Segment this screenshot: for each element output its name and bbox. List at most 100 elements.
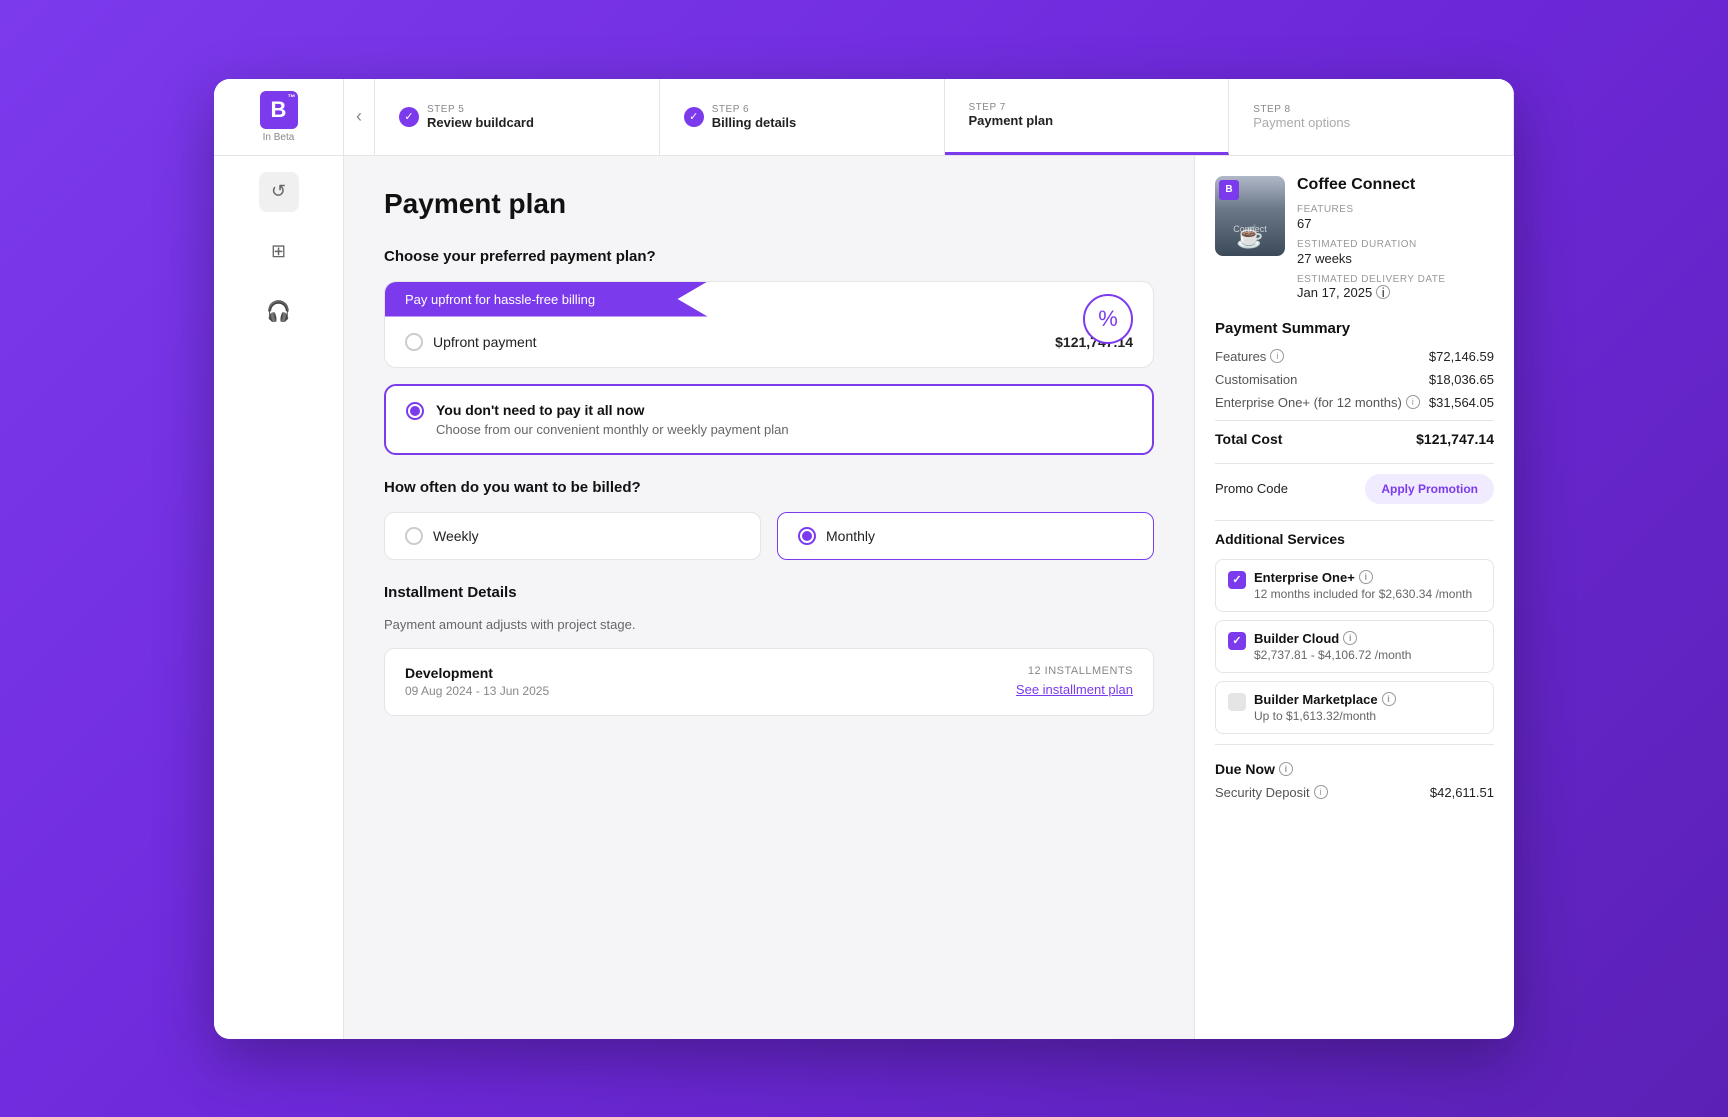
app-window: B ™ In Beta ‹ ✓ STEP 5 Review buildcard … bbox=[214, 79, 1514, 1039]
installment-subtitle: Choose from our convenient monthly or we… bbox=[436, 422, 789, 437]
service-enterprise-name: Enterprise One+ i bbox=[1254, 570, 1472, 585]
enterprise-checkbox[interactable]: ✓ bbox=[1228, 571, 1246, 589]
builder-cloud-checkbox[interactable]: ✓ bbox=[1228, 632, 1246, 650]
service-builder-cloud-name: Builder Cloud i bbox=[1254, 631, 1411, 646]
undo-icon: ↺ bbox=[271, 181, 286, 202]
step-number: STEP 8 bbox=[1253, 104, 1350, 115]
sidebar-support-button[interactable]: 🎧 bbox=[259, 292, 299, 332]
due-now-info-icon[interactable]: i bbox=[1279, 762, 1293, 776]
duration-value: 27 weeks bbox=[1297, 251, 1352, 266]
step-label: Review buildcard bbox=[427, 115, 534, 130]
section2-label: How often do you want to be billed? bbox=[384, 479, 1154, 496]
upfront-banner: Pay upfront for hassle-free billing bbox=[385, 282, 708, 317]
step-check-icon: ✓ bbox=[684, 107, 704, 127]
installment-details: Installment Details Payment amount adjus… bbox=[384, 584, 1154, 716]
steps-nav: ✓ STEP 5 Review buildcard ✓ STEP 6 Billi… bbox=[375, 79, 1514, 155]
page-title: Payment plan bbox=[384, 188, 1154, 220]
upfront-radio[interactable] bbox=[405, 333, 423, 351]
sidebar-grid-button[interactable]: ⊞ bbox=[259, 232, 299, 272]
step-check-icon: ✓ bbox=[399, 107, 419, 127]
header: B ™ In Beta ‹ ✓ STEP 5 Review buildcard … bbox=[214, 79, 1514, 156]
logo-icon: B ™ bbox=[260, 91, 298, 129]
support-icon: 🎧 bbox=[266, 299, 291, 324]
thumb-logo: B bbox=[1219, 180, 1239, 200]
section1-label: Choose your preferred payment plan? bbox=[384, 248, 1154, 265]
main-layout: ↺ ⊞ 🎧 Payment plan Choose your preferred… bbox=[214, 156, 1514, 1039]
step-label: Payment options bbox=[1253, 115, 1350, 130]
step-payment-options[interactable]: STEP 8 Payment options bbox=[1229, 79, 1514, 155]
billing-option-weekly[interactable]: Weekly bbox=[384, 512, 761, 560]
service-builder-marketplace-detail: Up to $1,613.32/month bbox=[1254, 709, 1396, 723]
upfront-label: Upfront payment bbox=[433, 334, 537, 350]
inst-dates: 09 Aug 2024 - 13 Jun 2025 bbox=[405, 684, 549, 698]
additional-services: Additional Services ✓ Enterprise One+ i … bbox=[1215, 531, 1494, 734]
service-builder-cloud[interactable]: ✓ Builder Cloud i $2,737.81 - $4,106.72 … bbox=[1215, 620, 1494, 673]
duration-label: ESTIMATED DURATION bbox=[1297, 239, 1446, 250]
service-builder-marketplace[interactable]: Builder Marketplace i Up to $1,613.32/mo… bbox=[1215, 681, 1494, 734]
step-billing-details[interactable]: ✓ STEP 6 Billing details bbox=[660, 79, 945, 155]
service-builder-marketplace-name: Builder Marketplace i bbox=[1254, 692, 1396, 707]
divider-due bbox=[1215, 744, 1494, 745]
project-card: B Connect ☕ Coffee Connect FEATURES 67 E… bbox=[1215, 176, 1494, 300]
project-thumbnail: B Connect ☕ bbox=[1215, 176, 1285, 256]
installment-radio[interactable] bbox=[406, 402, 424, 420]
delivery-value: Jan 17, 2025 bbox=[1297, 285, 1372, 300]
delivery-label: ESTIMATED DELIVERY DATE bbox=[1297, 274, 1446, 285]
divider-promo bbox=[1215, 463, 1494, 464]
monthly-radio[interactable] bbox=[798, 527, 816, 545]
delivery-info-icon[interactable]: i bbox=[1376, 285, 1390, 299]
step-payment-plan[interactable]: STEP 7 Payment plan bbox=[945, 79, 1230, 155]
project-name: Coffee Connect bbox=[1297, 176, 1446, 194]
installment-title: You don't need to pay it all now bbox=[436, 402, 789, 418]
features-value: 67 bbox=[1297, 216, 1311, 231]
installment-row-card: Development 09 Aug 2024 - 13 Jun 2025 12… bbox=[384, 648, 1154, 716]
apply-promotion-button[interactable]: Apply Promotion bbox=[1365, 474, 1494, 504]
step-label: Billing details bbox=[712, 115, 797, 130]
payment-options-card: Pay upfront for hassle-free billing Upfr… bbox=[384, 281, 1154, 368]
step-number: STEP 7 bbox=[969, 102, 1054, 113]
features-label: FEATURES bbox=[1297, 204, 1446, 215]
installment-details-subtitle: Payment amount adjusts with project stag… bbox=[384, 617, 1154, 632]
features-info-icon[interactable]: i bbox=[1270, 349, 1284, 363]
installment-details-title: Installment Details bbox=[384, 584, 1154, 601]
summary-row-total: Total Cost $121,747.14 bbox=[1215, 431, 1494, 447]
security-deposit-info-icon[interactable]: i bbox=[1314, 785, 1328, 799]
back-icon: ‹ bbox=[356, 106, 362, 127]
discount-badge-icon: % bbox=[1083, 294, 1133, 344]
promo-label: Promo Code bbox=[1215, 481, 1288, 496]
service-enterprise-one[interactable]: ✓ Enterprise One+ i 12 months included f… bbox=[1215, 559, 1494, 612]
monthly-label: Monthly bbox=[826, 528, 875, 544]
inst-count: 12 INSTALLMENTS bbox=[1016, 665, 1133, 677]
due-now-title: Due Now i bbox=[1215, 761, 1494, 777]
divider-services bbox=[1215, 520, 1494, 521]
back-button[interactable]: ‹ bbox=[344, 79, 375, 155]
content-area: Payment plan Choose your preferred payme… bbox=[344, 156, 1194, 1039]
sidebar-undo-button[interactable]: ↺ bbox=[259, 172, 299, 212]
billing-option-monthly[interactable]: Monthly bbox=[777, 512, 1154, 560]
billing-options: Weekly Monthly bbox=[384, 512, 1154, 560]
installment-card[interactable]: You don't need to pay it all now Choose … bbox=[384, 384, 1154, 455]
step-number: STEP 6 bbox=[712, 104, 797, 115]
left-sidebar: ↺ ⊞ 🎧 bbox=[214, 156, 344, 1039]
step-review-buildcard[interactable]: ✓ STEP 5 Review buildcard bbox=[375, 79, 660, 155]
security-deposit-value: $42,611.51 bbox=[1430, 785, 1494, 800]
additional-services-title: Additional Services bbox=[1215, 531, 1494, 547]
promo-row: Promo Code Apply Promotion bbox=[1215, 474, 1494, 504]
payment-summary: Payment Summary Features i $72,146.59 Cu… bbox=[1215, 320, 1494, 447]
see-installment-link[interactable]: See installment plan bbox=[1016, 682, 1133, 697]
upfront-wrapper: Pay upfront for hassle-free billing Upfr… bbox=[385, 282, 1153, 367]
security-deposit-label: Security Deposit bbox=[1215, 785, 1310, 800]
grid-icon: ⊞ bbox=[271, 241, 286, 262]
due-now-row: Security Deposit i $42,611.51 bbox=[1215, 785, 1494, 800]
weekly-label: Weekly bbox=[433, 528, 479, 544]
step-label: Payment plan bbox=[969, 113, 1054, 128]
step-number: STEP 5 bbox=[427, 104, 534, 115]
enterprise-info-icon[interactable]: i bbox=[1406, 395, 1420, 409]
service-enterprise-detail: 12 months included for $2,630.34 /month bbox=[1254, 587, 1472, 601]
upfront-row[interactable]: Upfront payment $121,747.14 bbox=[385, 317, 1153, 367]
service-builder-cloud-detail: $2,737.81 - $4,106.72 /month bbox=[1254, 648, 1411, 662]
weekly-radio[interactable] bbox=[405, 527, 423, 545]
payment-summary-title: Payment Summary bbox=[1215, 320, 1494, 337]
builder-marketplace-checkbox[interactable] bbox=[1228, 693, 1246, 711]
right-panel: B Connect ☕ Coffee Connect FEATURES 67 E… bbox=[1194, 156, 1514, 1039]
